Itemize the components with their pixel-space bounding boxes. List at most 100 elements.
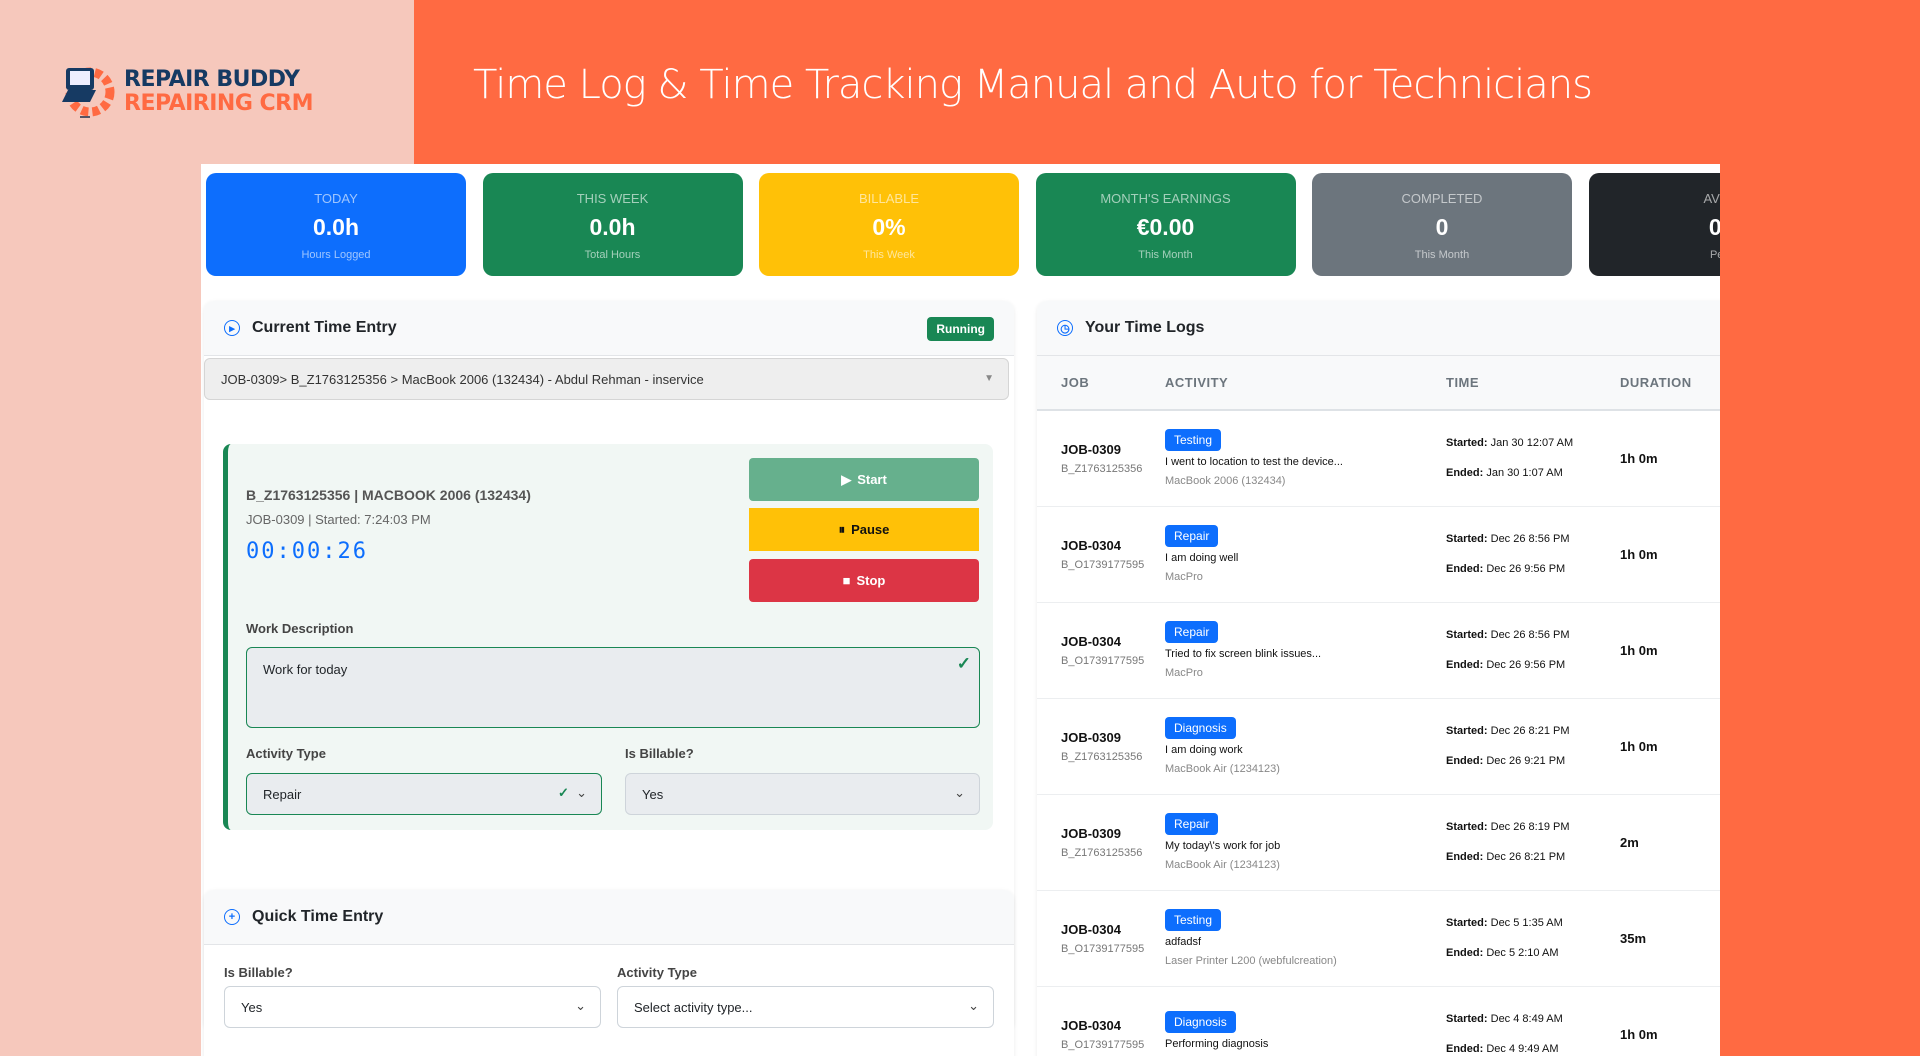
status-badge: Running (927, 317, 994, 341)
job-number: JOB-0304 (1061, 921, 1121, 937)
table-row[interactable]: JOB-0309 B_Z1763125356 Diagnosis I am doin… (1037, 698, 1720, 795)
duration: 35m (1620, 890, 1720, 987)
stat-label: THIS WEEK (576, 191, 649, 206)
work-description-input[interactable]: Work for today ✓ (246, 647, 980, 728)
time-logs-card: ◷ Your Time Logs JOB ACTIVITY TIME DURATI… (1037, 301, 1720, 1056)
quick-billable-select[interactable]: Yes ⌄ (224, 986, 601, 1028)
started-time: Jan 30 12:07 AM (1490, 437, 1574, 450)
started-time: Dec 26 8:21 PM (1490, 725, 1570, 737)
time-logs-table: JOB ACTIVITY TIME DURATION JOB-0309 B_Z17… (1037, 356, 1720, 1056)
ended-time: Jan 30 1:07 AM (1486, 467, 1563, 480)
table-row[interactable]: JOB-0309 B_Z1763125356 Testing I went to l… (1037, 410, 1720, 507)
play-circle-icon: ▸ (224, 320, 240, 336)
stat-sub: Hours Logged (301, 249, 371, 261)
duration: 1h 0m (1620, 986, 1720, 1056)
ended-label: Ended: (1446, 659, 1484, 671)
ended-time: Dec 26 9:56 PM (1486, 659, 1566, 671)
log-description: adfadsf (1165, 936, 1202, 948)
job-number: JOB-0304 (1061, 633, 1121, 649)
quick-activity-select[interactable]: Select activity type... ⌄ (617, 986, 994, 1028)
billable-select[interactable]: Yes ⌄ (625, 773, 980, 815)
job-number: JOB-0304 (1061, 1017, 1121, 1033)
stat-value: 0.0h (589, 214, 636, 240)
log-description: I went to location to test the device... (1165, 456, 1343, 469)
job-code: B_O1739177595 (1061, 1038, 1145, 1051)
work-description-label: Work Description (246, 621, 354, 636)
duration: 1h 0m (1620, 602, 1720, 699)
activity-badge: Testing (1165, 429, 1222, 452)
entry-meta: JOB-0309 | Started: 7:24:03 PM (246, 512, 431, 527)
stat-value: 0% (872, 214, 906, 240)
timer: 00:00:26 (246, 539, 368, 564)
table-row[interactable]: JOB-0309 B_Z1763125356 Repair My today\'s … (1037, 794, 1720, 891)
stat-sub: This Month (1138, 249, 1193, 261)
log-description: Tried to fix screen blink issues... (1165, 648, 1322, 660)
stat-card: COMPLETED 0 This Month (1312, 173, 1572, 276)
caret-down-icon: ▼ (984, 373, 994, 384)
started-time: Dec 26 8:19 PM (1490, 821, 1570, 833)
start-button[interactable]: ▶ Start (749, 458, 979, 501)
table-row[interactable]: JOB-0304 B_O1739177595 Repair Tried to fix… (1037, 602, 1720, 699)
started-label: Started: (1446, 821, 1488, 833)
stat-label: MONTH'S EARNINGS (1100, 191, 1231, 206)
job-code: B_Z1763125356 (1061, 750, 1143, 763)
ended-label: Ended: (1446, 563, 1484, 575)
billable-value: Yes (642, 787, 664, 802)
started-time: Dec 5 1:35 AM (1490, 917, 1563, 929)
duration: 1h 0m (1620, 698, 1720, 795)
started-time: Dec 26 8:56 PM (1490, 629, 1570, 641)
device-name: MacBook 2006 (132434) (1165, 475, 1286, 488)
billable-value: Yes (241, 1000, 263, 1015)
column-header-job: JOB (1037, 356, 1165, 411)
ended-label: Ended: (1446, 851, 1484, 863)
column-header-time: TIME (1446, 356, 1620, 411)
work-description-value: Work for today (263, 662, 348, 677)
stat-sub: Per (1709, 249, 1720, 261)
plus-circle-icon: + (224, 909, 240, 925)
column-header-activity: ACTIVITY (1165, 356, 1446, 411)
ended-label: Ended: (1446, 755, 1484, 767)
duration: 1h 0m (1620, 506, 1720, 603)
stat-label: AVG. (1703, 191, 1720, 206)
chevron-down-icon: ⌄ (968, 998, 979, 1013)
stat-label: BILLABLE (859, 191, 919, 206)
clock-icon: ◷ (1057, 320, 1073, 336)
brand-line2: REPAIRING CRM (124, 91, 314, 116)
chevron-down-icon: ⌄ (575, 998, 586, 1013)
table-row[interactable]: JOB-0304 B_O1739177595 Repair I am doing w… (1037, 506, 1720, 603)
active-entry-panel: B_Z1763125356 | MACBOOK 2006 (132434) JO… (223, 444, 993, 830)
job-number: JOB-0309 (1061, 825, 1121, 841)
stat-label: COMPLETED (1401, 191, 1483, 206)
billable-label: Is Billable? (625, 746, 694, 761)
started-label: Started: (1446, 629, 1488, 641)
activity-badge: Repair (1165, 813, 1219, 835)
stop-button[interactable]: ■ Stop (749, 559, 979, 602)
ended-label: Ended: (1446, 1043, 1484, 1055)
card-title: Quick Time Entry (252, 908, 384, 925)
started-time: Dec 4 8:49 AM (1490, 1013, 1563, 1025)
job-select[interactable]: JOB-0309> B_Z1763125356 > MacBook 2006 (… (204, 358, 1009, 400)
device-name: MacPro (1165, 571, 1203, 583)
ended-time: Dec 26 8:21 PM (1486, 851, 1566, 863)
table-row[interactable]: JOB-0304 B_O1739177595 Diagnosis Performin… (1037, 986, 1720, 1056)
check-icon: ✓ (956, 654, 971, 673)
stat-card: BILLABLE 0% This Week (759, 173, 1019, 276)
play-icon: ▶ (841, 471, 852, 487)
pause-button[interactable]: ⏸ Pause (749, 508, 979, 551)
log-description: My today\'s work for job (1165, 840, 1281, 852)
activity-type-label: Activity Type (246, 746, 326, 761)
ended-label: Ended: (1446, 947, 1484, 959)
billable-label: Is Billable? (224, 965, 293, 980)
device-name: MacBook Air (1234123) (1165, 763, 1280, 775)
table-row[interactable]: JOB-0304 B_O1739177595 Testing adfadsf Lase… (1037, 890, 1720, 987)
stat-label: TODAY (314, 191, 358, 206)
activity-type-select[interactable]: Repair ✓ ⌄ (246, 773, 602, 815)
ended-time: Dec 5 2:10 AM (1486, 947, 1559, 959)
stat-sub: Total Hours (584, 249, 641, 261)
ended-time: Dec 26 9:56 PM (1486, 563, 1566, 575)
laptop-gear-icon (62, 67, 115, 118)
log-description: I am doing well (1165, 552, 1239, 564)
check-icon: ✓ (557, 785, 569, 800)
stat-value: 0.0h (312, 214, 360, 240)
job-code: B_Z1763125356 (1061, 846, 1143, 859)
